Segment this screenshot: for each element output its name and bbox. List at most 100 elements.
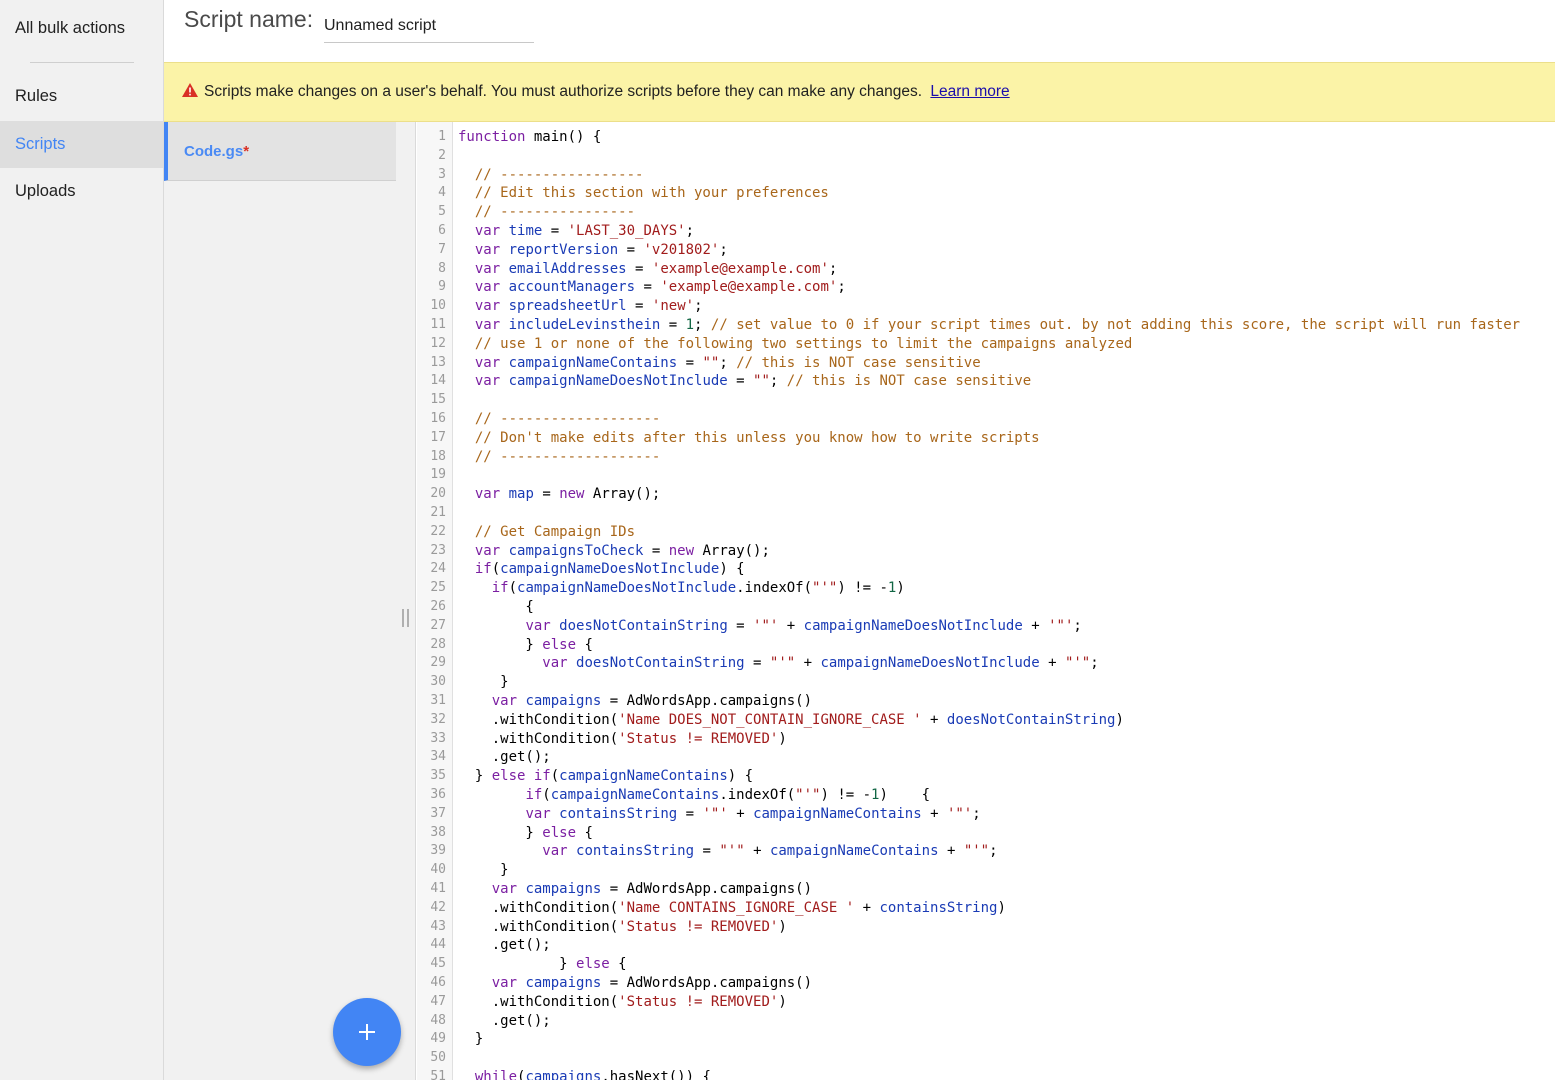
code-token: "'" — [1064, 655, 1091, 672]
code-token: .withCondition( — [458, 899, 619, 916]
code-token: } — [458, 956, 577, 973]
code-token: = — [643, 542, 669, 559]
code-token: ; — [685, 223, 695, 239]
code-token: { — [576, 636, 593, 653]
banner-message: Scripts make changes on a user's behalf.… — [204, 83, 923, 100]
code-token: + — [1039, 655, 1065, 672]
script-name-input[interactable] — [324, 10, 534, 43]
code-line: var doesNotContainString = '"' + campaig… — [458, 617, 1081, 636]
code-token: var — [542, 843, 568, 860]
code-token: var — [474, 373, 501, 390]
code-token: accountManagers — [508, 279, 636, 296]
line-number: 22 — [430, 523, 446, 539]
code-token: = — [694, 843, 720, 860]
code-token: reportVersion — [508, 241, 619, 258]
line-number: 12 — [430, 335, 446, 351]
code-token: { — [458, 599, 534, 615]
code-line: .get(); — [458, 1012, 551, 1031]
nav-item-scripts[interactable]: Scripts — [0, 121, 163, 168]
code-token: = — [635, 279, 661, 296]
code-token: = — [618, 241, 644, 258]
line-number: 18 — [430, 448, 446, 464]
code-token: while — [474, 1069, 518, 1080]
code-token: + — [854, 899, 880, 916]
line-number: 21 — [430, 505, 446, 520]
code-token: .withCondition( — [458, 993, 619, 1010]
line-number: 45 — [430, 956, 446, 972]
code-token: 'Status != REMOVED' — [618, 730, 779, 747]
code-token: // ---------------- — [474, 204, 636, 221]
code-line: while(campaigns.hasNext()) { — [458, 1068, 711, 1080]
add-file-button[interactable] — [333, 998, 401, 1066]
code-token: ) — [778, 918, 787, 935]
code-token: ( — [508, 580, 518, 597]
line-number: 2 — [438, 147, 446, 163]
learn-more-link[interactable]: Learn more — [930, 83, 1009, 100]
code-token: .withCondition( — [458, 711, 619, 728]
code-token: ) — [778, 730, 787, 747]
code-line: function main() { — [458, 128, 601, 147]
code-token: ( — [550, 768, 560, 785]
code-token: var — [474, 241, 501, 258]
code-token: if — [491, 580, 509, 597]
code-line: // ------------------- — [458, 448, 660, 467]
panel-resize-handle[interactable] — [396, 122, 416, 1080]
code-line: var time = 'LAST_30_DAYS'; — [458, 222, 694, 241]
code-token: doesNotContainString — [559, 617, 728, 634]
code-token: campaignNameDoesNotInclude — [500, 561, 720, 578]
code-token: = — [677, 805, 703, 822]
nav-item-uploads[interactable]: Uploads — [0, 168, 163, 215]
line-number: 30 — [430, 674, 446, 690]
code-token: ) { — [879, 787, 931, 803]
nav-item-all-bulk-actions[interactable]: All bulk actions — [0, 5, 163, 52]
code-token: + — [727, 805, 754, 822]
code-line: } else { — [458, 955, 626, 974]
code-token: var — [525, 805, 551, 822]
file-tab-code-gs[interactable]: Code.gs* — [164, 122, 396, 181]
code-token: ) — [896, 580, 905, 597]
code-token: campaignNameContains — [769, 843, 939, 860]
line-number: 36 — [430, 787, 446, 802]
code-token: ; — [719, 241, 728, 258]
code-token: campaignNameDoesNotInclude — [820, 655, 1040, 672]
line-number: 40 — [430, 862, 446, 878]
code-token: var — [491, 693, 518, 709]
code-token: ; — [972, 805, 981, 822]
code-token: .withCondition( — [458, 730, 619, 747]
line-number: 25 — [430, 580, 446, 596]
line-number: 17 — [430, 429, 446, 445]
line-number: 10 — [430, 298, 446, 314]
code-token: } — [458, 1031, 484, 1048]
code-token: .get(); — [458, 937, 551, 954]
code-token: containsString — [879, 899, 998, 916]
code-editor[interactable]: 1 2 3 4 5 6 7 8 9 10 11 12 13 14 15 16 17 18 19 20 21 22 23 24 2… — [417, 122, 1555, 1080]
code-token: + — [744, 843, 770, 860]
code-token: 'example@example.com' — [651, 260, 829, 277]
line-number: 42 — [430, 899, 446, 915]
code-token: = — [727, 373, 754, 390]
code-token: campaignNameDoesNotInclude — [508, 373, 728, 390]
code-token: var — [474, 279, 501, 296]
code-token: = — [677, 354, 703, 371]
code-line: // ------------------- — [458, 410, 660, 429]
code-token: campaignNameContains — [550, 787, 720, 803]
nav-item-rules[interactable]: Rules — [0, 73, 163, 120]
code-token: 1 — [685, 317, 695, 333]
